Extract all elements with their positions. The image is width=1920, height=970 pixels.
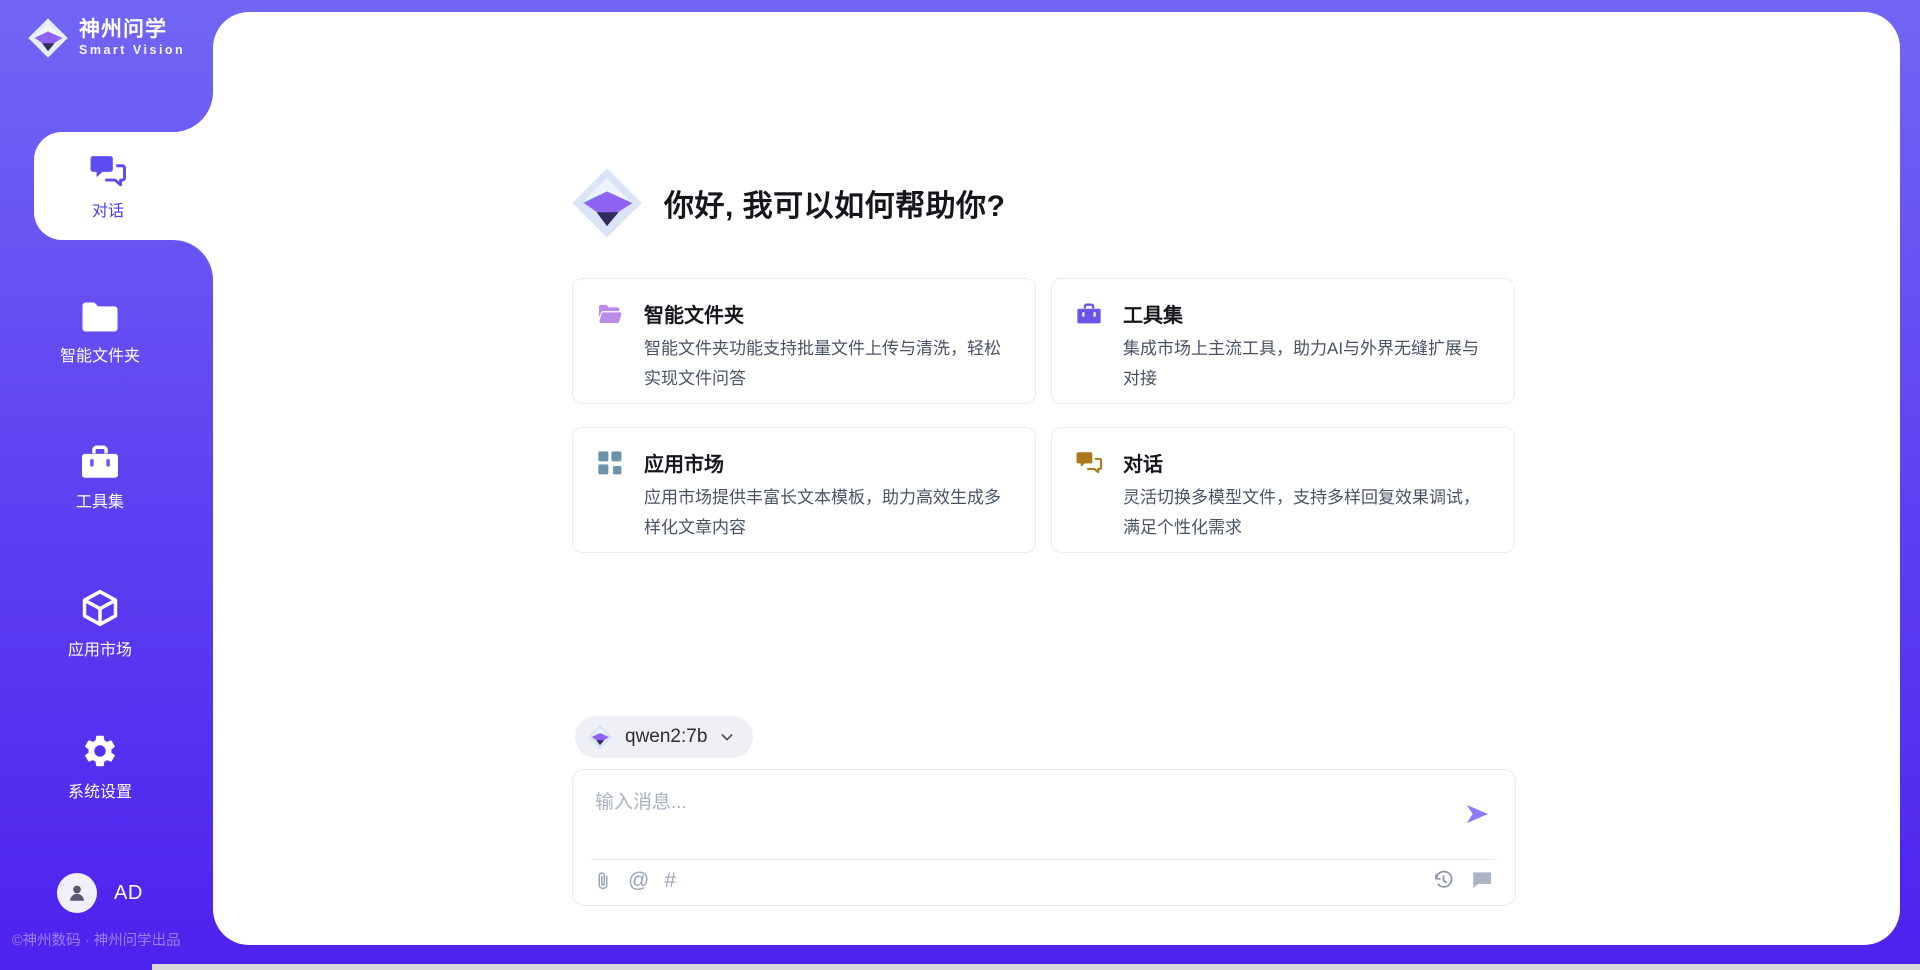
message-icon[interactable] [1470,868,1493,891]
greeting-row: 你好, 我可以如何帮助你? [570,166,1006,240]
model-name: qwen2:7b [625,726,707,748]
card-title: 工具集 [1123,299,1183,328]
card-description: 应用市场提供丰富长文本模板，助力高效生成多样化文章内容 [644,483,1011,543]
briefcase-icon [80,444,120,480]
card-title: 对话 [1123,448,1163,477]
briefcase-icon [1075,300,1103,328]
send-icon[interactable] [1463,800,1491,828]
folder-open-icon [596,300,624,328]
card-description: 智能文件夹功能支持批量文件上传与清洗，轻松实现文件问答 [644,334,1011,394]
blocks-icon [596,449,624,477]
sidebar-item-label: 系统设置 [68,778,132,802]
folder-icon [80,300,120,334]
sidebar-item-label: 工具集 [76,488,124,512]
mention-icon[interactable]: @ [628,868,649,894]
composer-tools-right [1432,868,1493,891]
sidebar-item-label: 应用市场 [68,636,132,660]
card-title: 应用市场 [644,448,724,477]
sidebar-item-label: 对话 [92,197,124,221]
feature-cards: 智能文件夹 智能文件夹功能支持批量文件上传与清洗，轻松实现文件问答 工具集 集成… [572,278,1515,553]
sidebar-item-app-market[interactable]: 应用市场 [0,588,200,660]
avatar [57,873,97,913]
card-description: 集成市场上主流工具，助力AI与外界无缝扩展与对接 [1123,334,1490,394]
hash-icon[interactable]: # [664,868,676,894]
message-input[interactable] [593,784,1437,822]
tab-curve-bottom [173,240,213,280]
composer-tools-left: @ # [593,868,676,894]
card-chat[interactable]: 对话 灵活切换多模型文件，支持多样回复效果调试，满足个性化需求 [1051,427,1515,553]
brand-subtitle: Smart Vision [79,42,185,58]
gear-icon [81,732,119,770]
sidebar-item-chat[interactable]: 对话 [34,132,216,240]
history-icon[interactable] [1432,868,1455,891]
brand-diamond-logo [27,17,69,59]
brand-diamond-logo [570,166,644,240]
card-app-market[interactable]: 应用市场 应用市场提供丰富长文本模板，助力高效生成多样化文章内容 [572,427,1036,553]
message-composer: @ # [572,769,1516,906]
user-account[interactable]: AD [57,873,143,913]
model-selector[interactable]: qwen2:7b [575,716,753,758]
card-smart-folder[interactable]: 智能文件夹 智能文件夹功能支持批量文件上传与清洗，轻松实现文件问答 [572,278,1036,404]
brand-name: 神州问学 [79,18,185,42]
card-toolset[interactable]: 工具集 集成市场上主流工具，助力AI与外界无缝扩展与对接 [1051,278,1515,404]
sidebar-item-smart-folder[interactable]: 智能文件夹 [0,300,200,366]
sidebar-item-settings[interactable]: 系统设置 [0,732,200,802]
user-name: AD [114,882,143,905]
greeting-title: 你好, 我可以如何帮助你? [664,181,1006,225]
composer-divider [591,859,1497,860]
chat-bubbles-icon [1075,449,1103,477]
main-content-panel: 你好, 我可以如何帮助你? 智能文件夹 智能文件夹功能支持批量文件上传与清洗，轻… [213,12,1900,945]
person-icon [66,882,88,904]
sidebar-item-label: 智能文件夹 [60,342,140,366]
chevron-down-icon [719,729,735,745]
sidebar-item-toolset[interactable]: 工具集 [0,444,200,512]
card-title: 智能文件夹 [644,299,744,328]
tab-curve-top [173,92,213,132]
model-logo-icon [587,724,613,750]
cube-icon [80,588,120,628]
copyright-text: ©神州数码 · 神州问学出品 [12,929,181,950]
chat-bubbles-icon [88,152,128,190]
attachment-icon[interactable] [593,869,613,893]
bottom-edge-strip [152,964,1920,970]
app-brand: 神州问学 Smart Vision [27,17,185,59]
card-description: 灵活切换多模型文件，支持多样回复效果调试，满足个性化需求 [1123,483,1490,543]
